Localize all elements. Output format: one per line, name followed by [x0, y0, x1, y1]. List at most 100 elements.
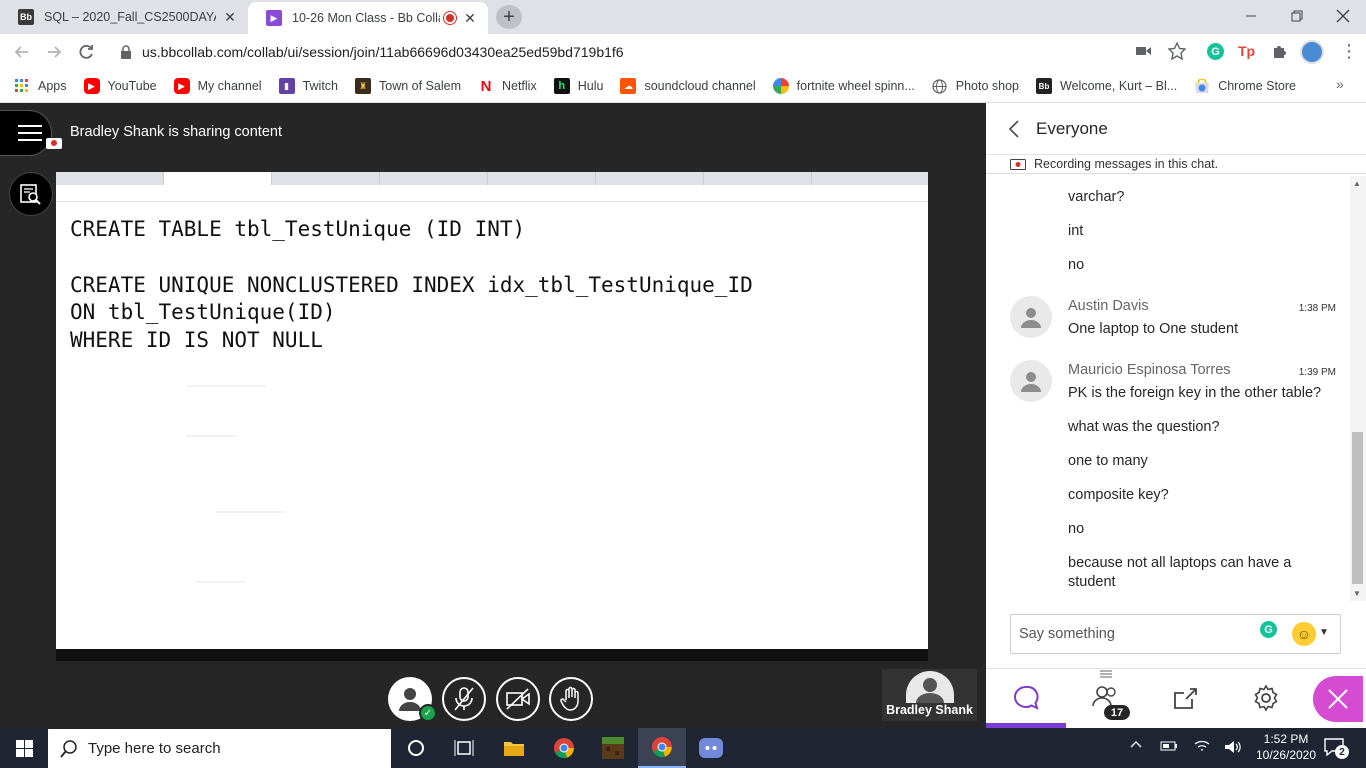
chat-message: one to many [1068, 453, 1148, 469]
grammarly-icon[interactable]: G [1260, 621, 1277, 638]
cortana-circle-icon [408, 740, 424, 756]
wheel-icon [772, 78, 789, 94]
chat-message: One laptop to One student [1068, 321, 1239, 337]
address-bar[interactable]: us.bbcollab.com/collab/ui/session/join/1… [108, 38, 1198, 66]
close-panel-button[interactable] [1313, 676, 1363, 722]
close-tab-icon[interactable]: ✕ [222, 9, 238, 25]
tp-extension-icon[interactable]: Tp [1238, 43, 1255, 59]
chat-bubble-icon [1014, 685, 1039, 710]
chat-tab-button[interactable] [986, 668, 1066, 728]
chrome-taskbar-button[interactable] [540, 728, 588, 768]
more-bookmarks-chevron-icon[interactable]: » [1336, 76, 1344, 92]
bookmark-fortnite-wheel[interactable]: fortnite wheel spinn... [772, 78, 915, 94]
bookmark-town-of-salem[interactable]: ♜ Town of Salem [355, 78, 461, 94]
minimize-window-button[interactable] [1228, 0, 1274, 32]
back-chevron-icon[interactable] [1008, 119, 1020, 139]
taskbar-search-box[interactable]: Type here to search [48, 729, 391, 768]
bookmark-label: Twitch [302, 79, 338, 93]
bookmark-star-icon[interactable] [1168, 42, 1186, 60]
browser-menu-icon[interactable]: ⋮ [1340, 42, 1358, 60]
extensions-puzzle-icon[interactable] [1271, 43, 1288, 60]
recording-camera-icon [46, 138, 62, 149]
shared-address-bar [56, 185, 928, 202]
new-tab-button[interactable]: + [496, 5, 522, 29]
windows-start-button[interactable] [0, 728, 48, 768]
bookmark-netflix[interactable]: N Netflix [478, 78, 537, 95]
camera-button[interactable] [496, 677, 540, 721]
chat-message: PK is the foreign key in the other table… [1068, 385, 1322, 401]
restore-window-button[interactable] [1274, 0, 1320, 32]
share-content-tab-button[interactable] [1146, 668, 1226, 728]
bookmark-blackboard[interactable]: Bb Welcome, Kurt – Bl... [1036, 78, 1177, 94]
windows-logo-icon [15, 739, 33, 757]
bookmark-chrome-store[interactable]: Chrome Store [1194, 78, 1296, 94]
raise-hand-button[interactable] [549, 677, 593, 721]
task-view-button[interactable] [440, 728, 488, 768]
close-tab-icon[interactable]: ✕ [462, 10, 478, 26]
content-view-toggle-button[interactable] [9, 172, 53, 216]
cortana-button[interactable] [392, 728, 440, 768]
bookmark-hulu[interactable]: h Hulu [553, 78, 603, 94]
wifi-icon[interactable] [1194, 738, 1210, 754]
camera-in-use-icon[interactable] [1136, 44, 1152, 58]
scroll-up-arrow-icon[interactable]: ▲ [1353, 179, 1361, 188]
chat-message: composite key? [1068, 487, 1169, 503]
shared-tab [272, 172, 380, 185]
attendees-tab-button[interactable] [1066, 668, 1146, 728]
bookmark-my-channel[interactable]: ▶ My channel [173, 78, 262, 94]
file-explorer-button[interactable] [490, 728, 538, 768]
chrome-active-taskbar-button[interactable] [638, 728, 686, 768]
grammarly-extension-icon[interactable]: G [1207, 43, 1224, 60]
folder-icon [504, 742, 524, 756]
salem-icon: ♜ [355, 78, 371, 94]
discord-taskbar-button[interactable] [687, 728, 735, 768]
user-avatar-icon [1021, 308, 1041, 328]
microphone-button[interactable] [442, 677, 486, 721]
avatar [1010, 360, 1052, 402]
shared-tab [380, 172, 488, 185]
shared-sql-code: CREATE TABLE tbl_TestUnique (ID INT) CRE… [70, 217, 753, 353]
bookmark-photo-shop[interactable]: Photo shop [932, 78, 1019, 94]
minecraft-taskbar-button[interactable] [589, 728, 637, 768]
taskbar-clock[interactable]: 1:52 PM 10/26/2020 [1254, 731, 1318, 763]
reload-icon[interactable] [76, 42, 96, 62]
show-hidden-icons-chevron-icon[interactable] [1130, 740, 1142, 748]
chat-author: Mauricio Espinosa Torres [1068, 362, 1231, 378]
bookmark-twitch[interactable]: ▮ Twitch [278, 78, 338, 94]
tab-collab-session[interactable]: ▶ 10-26 Mon Class - Bb Collab ✕ [248, 2, 488, 34]
bookmark-soundcloud[interactable]: ☁ soundcloud channel [620, 78, 756, 94]
battery-icon[interactable] [1160, 740, 1178, 752]
attendee-count-badge: 17 [1104, 705, 1130, 720]
chat-channel-title: Everyone [1036, 118, 1108, 138]
emoji-picker-icon[interactable]: ☺ [1292, 622, 1316, 646]
tab-sql-course[interactable]: Bb SQL – 2020_Fall_CS2500DAYAA D ✕ [0, 0, 248, 34]
shared-tab [56, 172, 164, 185]
forward-arrow-icon[interactable] [44, 42, 64, 62]
bookmark-youtube[interactable]: ▶ YouTube [83, 78, 157, 94]
back-arrow-icon[interactable] [12, 42, 32, 62]
chat-scrollbar-thumb[interactable] [1352, 432, 1363, 584]
chat-input-placeholder: Say something [1019, 626, 1115, 642]
profile-avatar[interactable] [1300, 40, 1324, 64]
presenter-avatar-icon [905, 671, 954, 703]
volume-icon[interactable] [1224, 739, 1242, 755]
blackboard-favicon-icon: Bb [18, 9, 34, 25]
search-icon [60, 739, 78, 758]
gear-icon [1254, 684, 1278, 712]
chat-timestamp: 1:39 PM [1298, 367, 1336, 378]
close-window-button[interactable] [1320, 0, 1366, 32]
chat-message: no [1068, 521, 1085, 537]
clock-time: 1:52 PM [1263, 732, 1309, 746]
settings-tab-button[interactable] [1226, 668, 1306, 728]
bb-icon: Bb [1036, 78, 1053, 94]
presenter-name: Bradley Shank [886, 703, 973, 717]
emoji-dropdown-caret-icon[interactable]: ▼ [1319, 627, 1329, 638]
url-text: us.bbcollab.com/collab/ui/session/join/1… [142, 44, 624, 60]
bookmark-apps[interactable]: Apps [14, 78, 67, 94]
scroll-down-arrow-icon[interactable]: ▼ [1353, 589, 1361, 598]
zoom-content-icon [20, 184, 41, 205]
minecraft-block-icon [602, 737, 624, 759]
presenter-video-tile[interactable]: Bradley Shank [882, 669, 977, 721]
chat-message: varchar? [1068, 189, 1125, 205]
session-menu-button[interactable] [0, 110, 52, 156]
